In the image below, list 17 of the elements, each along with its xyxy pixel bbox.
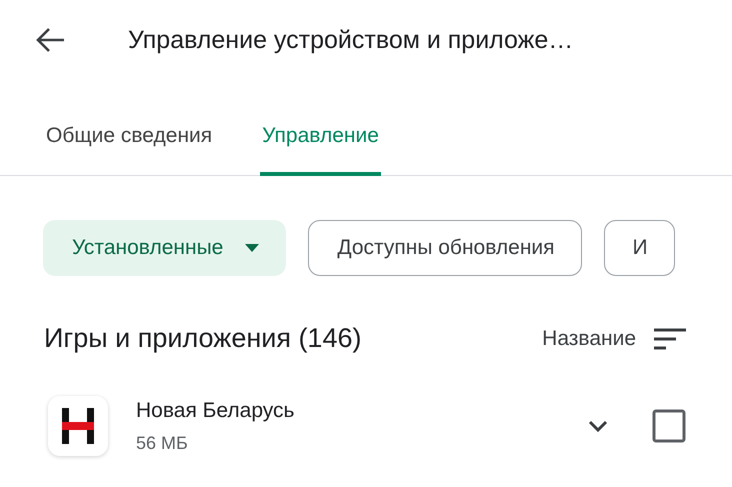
app-size: 56 МБ	[136, 432, 189, 454]
caret-icon	[245, 244, 260, 252]
page-title: Управление устройством и приложе…	[128, 26, 574, 54]
expand-button[interactable]	[588, 420, 608, 432]
chevron-down-icon	[588, 420, 608, 432]
sort-button[interactable]: Название	[542, 326, 686, 350]
app-icon	[48, 396, 108, 456]
filter-chip[interactable]: Установленные	[43, 220, 286, 276]
filter-chip[interactable]: Доступны обновления	[308, 220, 582, 276]
checkbox[interactable]	[652, 409, 686, 443]
app-name: Новая Беларусь	[136, 398, 296, 422]
back-arrow-icon	[35, 27, 65, 53]
tab[interactable]: Управление	[260, 100, 381, 176]
section-title: Игры и приложения (146)	[44, 323, 362, 354]
tab[interactable]: Общие сведения	[44, 100, 214, 176]
filter-chip[interactable]: И	[604, 220, 675, 276]
sort-icon	[654, 328, 686, 350]
